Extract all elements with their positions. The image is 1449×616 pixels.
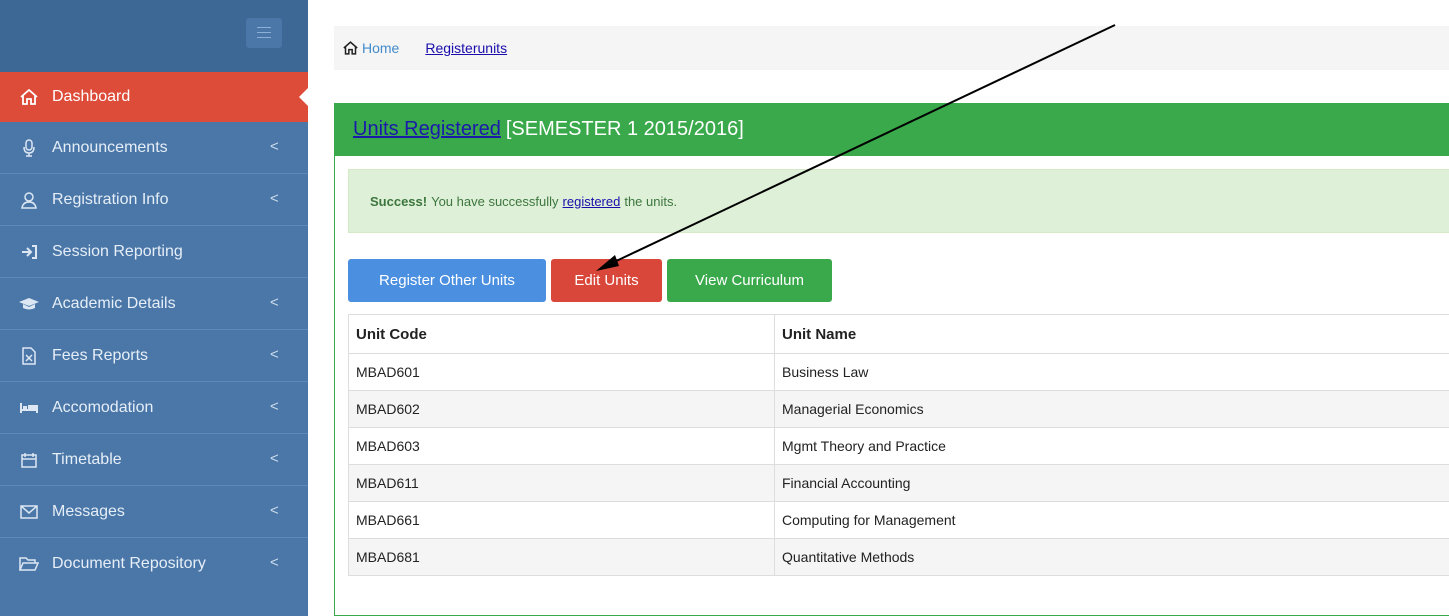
home-icon xyxy=(343,41,358,55)
sign-in-icon xyxy=(18,244,40,259)
table-row: MBAD681 Quantitative Methods xyxy=(348,538,1449,576)
chevron-left-icon: < xyxy=(270,138,279,155)
unit-name-cell: Mgmt Theory and Practice xyxy=(774,427,1449,465)
semester-label: [SEMESTER 1 2015/2016] xyxy=(505,118,744,140)
sidebar-item-fees-reports[interactable]: Fees Reports < xyxy=(0,330,308,382)
sidebar-item-label: Dashboard xyxy=(52,88,131,105)
sidebar-item-label: Accomodation xyxy=(52,398,154,416)
table-row: MBAD602 Managerial Economics xyxy=(348,390,1449,428)
breadcrumb-home-link[interactable]: Home xyxy=(343,40,399,56)
table-row: MBAD661 Computing for Management xyxy=(348,501,1449,539)
unit-code-cell: MBAD661 xyxy=(348,501,775,539)
units-panel: Units Registered [SEMESTER 1 2015/2016] … xyxy=(334,103,1449,616)
sidebar-item-accomodation[interactable]: Accomodation < xyxy=(0,382,308,434)
microphone-icon xyxy=(18,138,40,157)
alert-strong: Success! xyxy=(370,193,428,209)
sidebar-item-messages[interactable]: Messages < xyxy=(0,486,308,538)
units-table: Unit Code Unit Name MBAD601 Business Law… xyxy=(348,314,1449,576)
column-header-unit-name: Unit Name xyxy=(774,314,1449,354)
chevron-left-icon: < xyxy=(270,450,279,467)
chevron-left-icon: < xyxy=(270,190,279,207)
sidebar-item-academic-details[interactable]: Academic Details < xyxy=(0,278,308,330)
unit-code-cell: MBAD681 xyxy=(348,538,775,576)
unit-code-cell: MBAD603 xyxy=(348,427,775,465)
sidebar-item-label: Session Reporting xyxy=(52,242,183,260)
menu-toggle-button[interactable] xyxy=(246,18,282,48)
sidebar-item-label: Document Repository xyxy=(52,555,206,572)
user-icon xyxy=(18,191,40,209)
success-alert: Success! You have successfully registere… xyxy=(348,169,1449,233)
alert-text-after: the units. xyxy=(624,193,678,209)
hamburger-icon xyxy=(257,27,271,28)
unit-name-cell: Managerial Economics xyxy=(774,390,1449,428)
breadcrumb-home-label: Home xyxy=(362,40,400,56)
sidebar-item-label: Messages xyxy=(52,502,125,520)
sidebar-item-announcements[interactable]: Announcements < xyxy=(0,122,308,174)
chevron-left-icon: < xyxy=(270,502,279,519)
breadcrumb-current-link[interactable]: Registerunits xyxy=(425,40,507,56)
chevron-left-icon: < xyxy=(270,346,279,363)
unit-name-cell: Computing for Management xyxy=(774,501,1449,539)
unit-name-cell: Financial Accounting xyxy=(774,464,1449,502)
panel-title: Units Registered [SEMESTER 1 2015/2016] xyxy=(334,103,1449,156)
sidebar-item-label: Timetable xyxy=(52,450,122,468)
sidebar-item-document-repository[interactable]: Document Repository < xyxy=(0,538,308,590)
alert-text-before: You have successfully xyxy=(431,193,559,209)
sidebar-item-label: Announcements xyxy=(52,138,168,156)
table-row: MBAD601 Business Law xyxy=(348,353,1449,391)
sidebar-item-registration-info[interactable]: Registration Info < xyxy=(0,174,308,226)
edit-units-button[interactable]: Edit Units xyxy=(551,259,662,302)
view-curriculum-button[interactable]: View Curriculum xyxy=(667,259,832,302)
folder-open-icon xyxy=(18,557,40,571)
unit-code-cell: MBAD601 xyxy=(348,353,775,391)
envelope-icon xyxy=(18,504,40,519)
calendar-icon xyxy=(18,452,40,468)
sidebar-header xyxy=(0,0,308,72)
units-registered-link[interactable]: Units Registered xyxy=(353,118,501,141)
chevron-left-icon: < xyxy=(270,294,279,311)
sidebar-item-session-reporting[interactable]: Session Reporting xyxy=(0,226,308,278)
unit-name-cell: Quantitative Methods xyxy=(774,538,1449,576)
table-row: MBAD603 Mgmt Theory and Practice xyxy=(348,427,1449,465)
sidebar: Dashboard Announcements < Registration I… xyxy=(0,0,309,616)
column-header-unit-code: Unit Code xyxy=(348,314,775,354)
bed-icon xyxy=(18,402,40,414)
breadcrumb: Home Registerunits xyxy=(334,26,1449,70)
sidebar-item-label: Academic Details xyxy=(52,294,176,312)
sidebar-item-label: Fees Reports xyxy=(52,346,149,364)
unit-code-cell: MBAD602 xyxy=(348,390,775,428)
chevron-left-icon: < xyxy=(270,398,279,415)
register-other-units-button[interactable]: Register Other Units xyxy=(348,259,546,302)
table-header-row: Unit Code Unit Name xyxy=(348,314,1449,354)
unit-code-cell: MBAD611 xyxy=(348,464,775,502)
unit-name-cell: Business Law xyxy=(774,353,1449,391)
sidebar-item-dashboard[interactable]: Dashboard xyxy=(0,72,309,122)
alert-registered-link[interactable]: registered xyxy=(563,194,621,209)
graduation-cap-icon xyxy=(18,297,40,311)
chevron-left-icon: < xyxy=(270,554,279,571)
table-row: MBAD611 Financial Accounting xyxy=(348,464,1449,502)
home-icon xyxy=(18,89,40,105)
sidebar-item-label: Registration Info xyxy=(52,190,169,208)
excel-file-icon xyxy=(18,346,40,365)
sidebar-item-timetable[interactable]: Timetable < xyxy=(0,434,308,486)
